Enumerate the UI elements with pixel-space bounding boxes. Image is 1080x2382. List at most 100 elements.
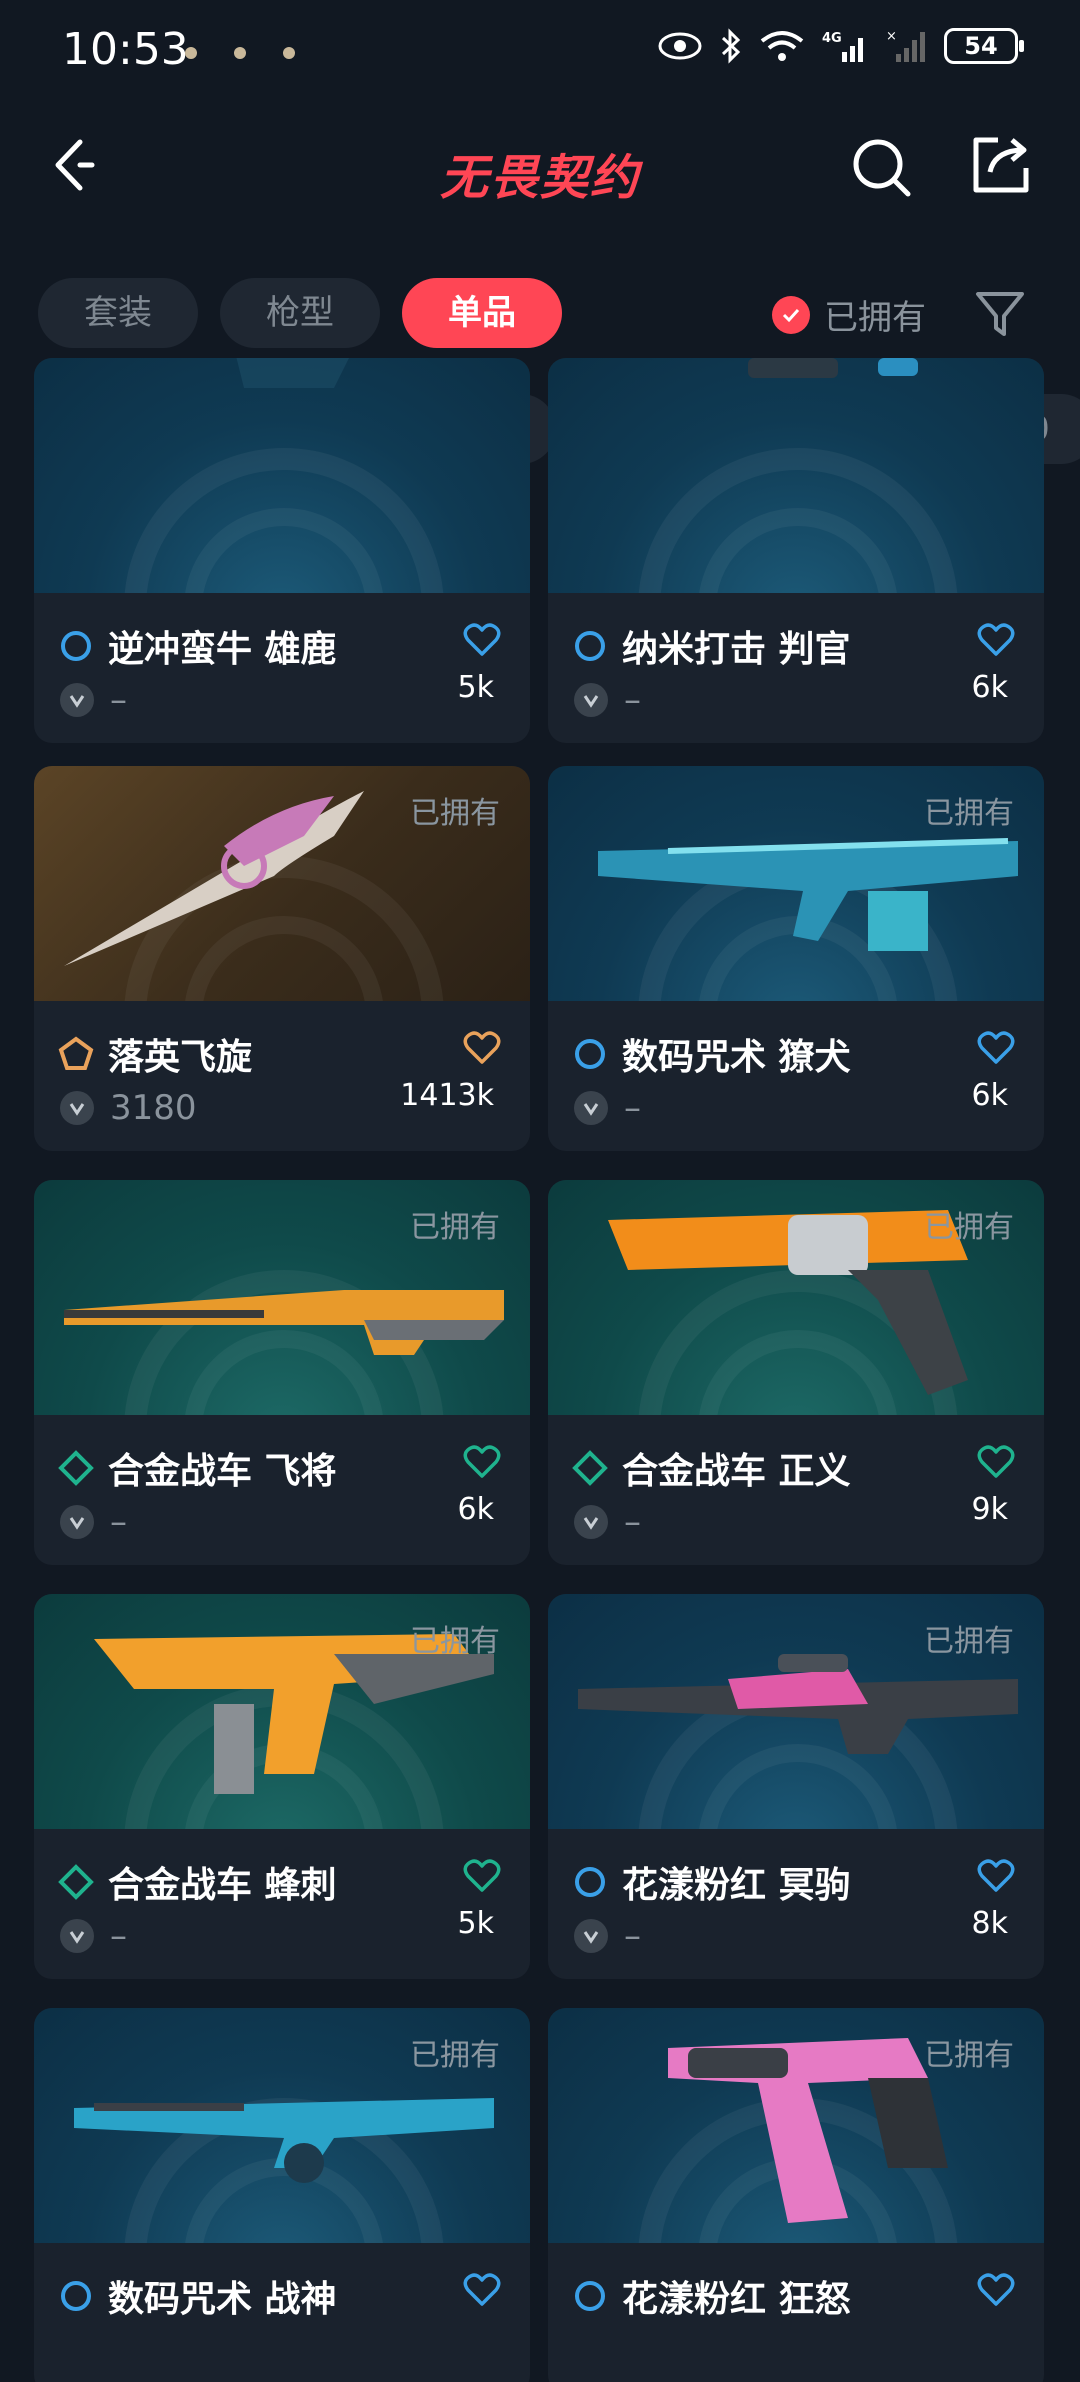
skin-name-row: 合金战车 蜂刺 — [58, 1856, 337, 1908]
skin-name-row: 花漾粉红 冥驹 — [572, 1856, 851, 1908]
tab-weapon-type[interactable]: 枪型 — [220, 278, 380, 348]
skin-image — [34, 358, 530, 593]
wifi-icon — [760, 31, 804, 61]
skin-image: 已拥有 — [548, 1594, 1044, 1829]
signal-4g-icon: 4G — [822, 31, 863, 62]
vp-currency-icon — [574, 683, 608, 717]
skin-name: 数码咒术 战神 — [108, 2279, 337, 2320]
heart-icon[interactable] — [462, 1856, 502, 1896]
select-circle-icon — [61, 2281, 91, 2311]
app-header: 无畏契约 — [0, 110, 1080, 225]
select-circle-icon — [575, 1867, 605, 1897]
select-circle-icon — [575, 1039, 605, 1069]
owned-label: 已拥有 — [924, 2038, 1014, 2073]
weapon-image — [748, 358, 918, 378]
price-row: 3180 — [60, 1088, 197, 1128]
skin-card[interactable]: 已拥有花漾粉红 狂怒 — [548, 2008, 1044, 2382]
skin-name: 数码咒术 獠犬 — [622, 1037, 851, 1078]
skin-name: 纳米打击 判官 — [622, 629, 851, 670]
heart-icon[interactable] — [976, 1442, 1016, 1482]
heart-icon[interactable] — [976, 1856, 1016, 1896]
status-time: 10:53 — [62, 24, 189, 75]
skin-image: 已拥有 — [34, 1594, 530, 1829]
skin-image — [548, 358, 1044, 593]
skin-image: 已拥有 — [34, 2008, 530, 2243]
heart-icon[interactable] — [462, 2270, 502, 2310]
heart-icon[interactable] — [976, 620, 1016, 660]
skin-price: – — [624, 1088, 641, 1128]
heart-icon[interactable] — [976, 1028, 1016, 1068]
notification-icon — [185, 47, 197, 59]
heart-icon[interactable] — [462, 620, 502, 660]
like-count: 6k — [971, 670, 1008, 705]
heart-icon[interactable] — [462, 1028, 502, 1068]
select-circle-icon — [575, 2281, 605, 2311]
tab-sets[interactable]: 套装 — [38, 278, 198, 348]
status-bar: 10:53 4G × 54 — [0, 0, 1080, 110]
like-count: 1413k — [400, 1078, 494, 1113]
vp-currency-icon — [60, 1919, 94, 1953]
category-tabs: 套装 枪型 单品 — [38, 278, 562, 348]
skin-name-row: 合金战车 正义 — [572, 1442, 851, 1494]
owned-label: 已拥有 — [410, 1210, 500, 1245]
like-count: 5k — [457, 670, 494, 705]
skin-card[interactable]: 已拥有 合金战车 蜂刺 – 5k — [34, 1594, 530, 1979]
skin-card[interactable]: 已拥有落英飞旋 3180 1413k — [34, 766, 530, 1151]
owned-label: 已拥有 — [924, 1624, 1014, 1659]
price-row: – — [60, 680, 127, 720]
skin-price: – — [624, 680, 641, 720]
skin-price: 3180 — [110, 1088, 197, 1128]
skin-card[interactable]: 已拥有数码咒术 战神 — [34, 2008, 530, 2382]
price-row: – — [574, 1502, 641, 1542]
skin-image: 已拥有 — [34, 766, 530, 1001]
share-icon[interactable] — [968, 132, 1034, 198]
skin-card[interactable]: 已拥有 花漾粉红 冥驹 – 8k — [548, 1594, 1044, 1979]
tab-items[interactable]: 单品 — [402, 278, 562, 348]
skin-image: 已拥有 — [548, 1180, 1044, 1415]
owned-filter-label: 已拥有 — [824, 298, 926, 338]
skin-name-row: 数码咒术 战神 — [58, 2270, 337, 2322]
exclusive-pentagon-icon — [58, 1036, 94, 1070]
skin-name: 合金战车 正义 — [622, 1451, 851, 1492]
select-circle-icon — [61, 631, 91, 661]
skin-name-row: 逆冲蛮牛 雄鹿 — [58, 620, 337, 672]
skin-image: 已拥有 — [548, 766, 1044, 1001]
heart-icon[interactable] — [462, 1442, 502, 1482]
skin-card[interactable]: 纳米打击 判官 – 6k — [548, 358, 1044, 743]
check-icon — [772, 295, 810, 334]
skin-price: – — [624, 1502, 641, 1542]
notification-icon — [283, 47, 296, 59]
skin-price: – — [110, 1916, 127, 1956]
notification-icon — [234, 47, 247, 59]
search-icon[interactable] — [848, 134, 914, 200]
filter-icon[interactable] — [974, 288, 1026, 340]
deluxe-diamond-icon — [58, 1450, 94, 1486]
deluxe-diamond-icon — [572, 1450, 608, 1486]
skin-name-row: 数码咒术 獠犬 — [572, 1028, 851, 1080]
svg-text:4G: 4G — [822, 31, 842, 46]
owned-filter-toggle[interactable]: 已拥有 — [772, 290, 926, 339]
skin-card[interactable]: 逆冲蛮牛 雄鹿 – 5k — [34, 358, 530, 743]
deluxe-diamond-icon — [58, 1864, 94, 1900]
skin-name: 合金战车 飞将 — [108, 1451, 337, 1492]
vp-currency-icon — [574, 1505, 608, 1539]
skin-name-row: 落英飞旋 — [58, 1028, 252, 1080]
signal-icon: × — [886, 29, 925, 62]
skin-card[interactable]: 已拥有 数码咒术 獠犬 – 6k — [548, 766, 1044, 1151]
skin-name: 合金战车 蜂刺 — [108, 1865, 337, 1906]
price-row: – — [574, 680, 641, 720]
skin-card[interactable]: 已拥有 合金战车 飞将 – 6k — [34, 1180, 530, 1565]
skin-name: 逆冲蛮牛 雄鹿 — [108, 629, 337, 670]
skin-price: – — [110, 680, 127, 720]
weapon-image — [236, 358, 349, 388]
owned-label: 已拥有 — [924, 1210, 1014, 1245]
owned-label: 已拥有 — [410, 1624, 500, 1659]
like-count: 8k — [971, 1906, 1008, 1941]
skin-name-row: 花漾粉红 狂怒 — [572, 2270, 851, 2322]
heart-icon[interactable] — [976, 2270, 1016, 2310]
vp-currency-icon — [574, 1091, 608, 1125]
price-row: – — [574, 1088, 641, 1128]
skin-card[interactable]: 已拥有 合金战车 正义 – 9k — [548, 1180, 1044, 1565]
skin-name: 花漾粉红 狂怒 — [622, 2279, 851, 2320]
owned-label: 已拥有 — [410, 796, 500, 831]
